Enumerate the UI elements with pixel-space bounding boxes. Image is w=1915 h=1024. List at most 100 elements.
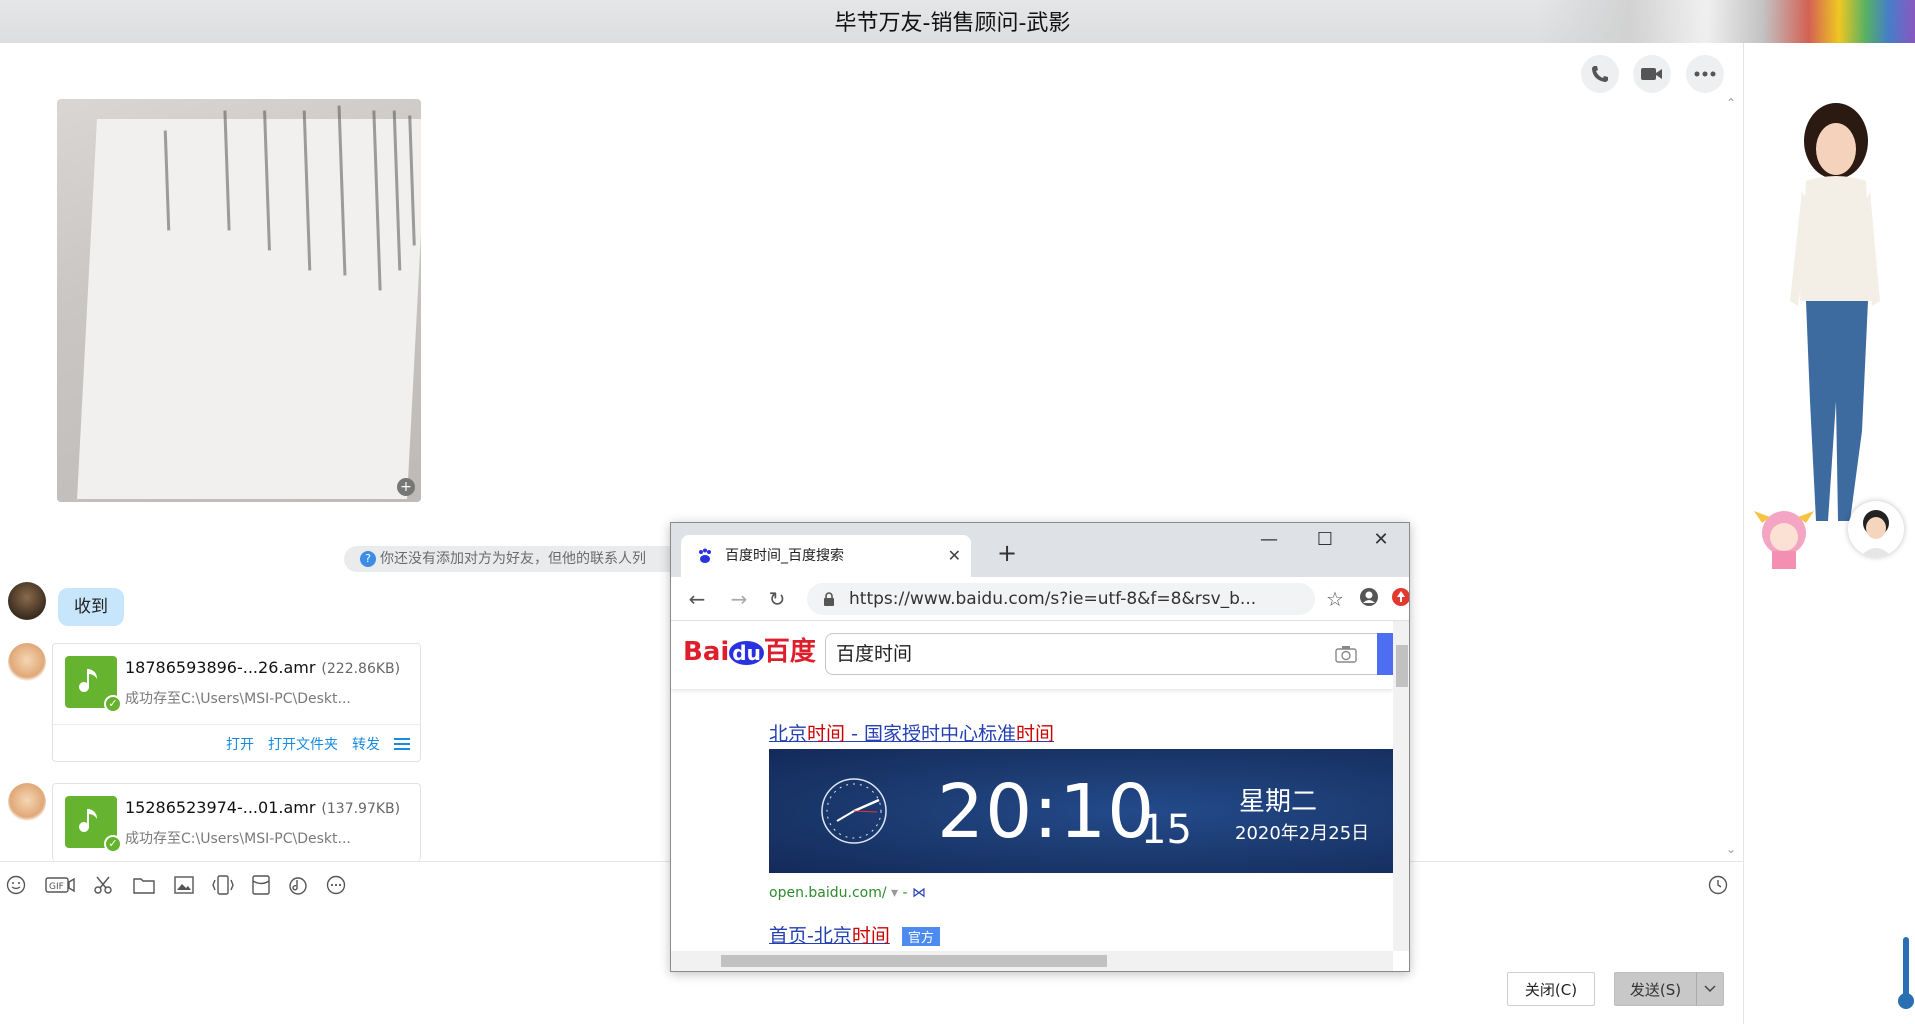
file-name: 15286523974-...01.amr (137.97KB): [125, 798, 400, 817]
screenshot-button[interactable]: [90, 872, 116, 898]
browser-tab[interactable]: 百度时间_百度搜索 ✕: [681, 535, 971, 577]
envelope-icon: [252, 875, 270, 895]
send-options-button[interactable]: [1696, 972, 1724, 1006]
result-text: - 国家授时中心标准: [845, 723, 1016, 745]
forward-button[interactable]: →: [725, 587, 753, 611]
dropdown-caret-icon[interactable]: ▾: [891, 885, 898, 901]
title-bar: 毕节万友-销售顾问-武影: [0, 0, 1915, 43]
horizontal-scrollbar[interactable]: [671, 951, 1393, 971]
chat-photo[interactable]: +: [57, 99, 421, 502]
file-card[interactable]: ✓ 18786593896-...26.amr (222.86KB) 成功存至C:…: [52, 643, 421, 762]
verified-icon: ⋈: [912, 885, 927, 901]
red-packet-button[interactable]: [248, 872, 274, 898]
more-options-button[interactable]: [1686, 55, 1724, 93]
zoom-plus-icon[interactable]: +: [397, 478, 415, 496]
boy-avatar-icon: [1860, 510, 1892, 557]
tab-strip: 百度时间_百度搜索 ✕ + — ☐ ✕: [671, 523, 1409, 577]
avatar[interactable]: [8, 582, 46, 620]
friend-avatar[interactable]: [1848, 501, 1904, 557]
result-url[interactable]: open.baidu.com/ ▾ - ⋈: [769, 885, 926, 901]
camera-icon[interactable]: [1335, 645, 1357, 663]
history-button[interactable]: [1705, 872, 1731, 898]
close-window-button[interactable]: ✕: [1361, 529, 1401, 550]
baidu-logo[interactable]: Bai du 百度: [683, 631, 816, 668]
profile-button[interactable]: [1355, 587, 1383, 612]
file-path: 成功存至C:\Users\MSI-PC\Deskt...: [125, 691, 351, 707]
scroll-up-icon[interactable]: ⌃: [1726, 96, 1736, 110]
file-path: 成功存至C:\Users\MSI-PC\Deskt...: [125, 831, 351, 847]
send-button[interactable]: 发送(S): [1614, 972, 1696, 1006]
audio-file-icon: ✓: [65, 656, 122, 713]
analog-clock-icon: [821, 778, 887, 844]
browser-window[interactable]: 百度时间_百度搜索 ✕ + — ☐ ✕ ← → ↻ https://www.ba…: [670, 522, 1410, 972]
open-file-link[interactable]: 打开: [226, 734, 254, 754]
friend-notice: ? 你还没有添加对方为好友，但他的联系人列: [344, 546, 684, 572]
result-highlight: 时间: [807, 723, 846, 745]
search-input[interactable]: 百度时间: [825, 633, 1380, 675]
pet-character-icon: [1754, 511, 1814, 569]
more-tools-button[interactable]: [323, 872, 349, 898]
result-title-2[interactable]: 首页-北京时间 官方: [769, 921, 940, 948]
skin-decoration: [1535, 0, 1915, 43]
notice-text: 你还没有添加对方为好友，但他的联系人列: [380, 551, 646, 567]
show-panel: [1743, 43, 1915, 1024]
open-folder-link[interactable]: 打开文件夹: [268, 734, 338, 754]
svg-text:GIF: GIF: [49, 882, 64, 892]
scroll-thumb[interactable]: [1396, 645, 1408, 687]
more-dots-icon: [1694, 71, 1716, 77]
video-call-button[interactable]: [1633, 55, 1671, 93]
new-tab-button[interactable]: +: [997, 539, 1017, 567]
close-tab-icon[interactable]: ✕: [948, 535, 961, 577]
avatar-character-icon: [1790, 103, 1880, 521]
gif-button[interactable]: GIF: [44, 872, 76, 898]
forward-link[interactable]: 转发: [352, 734, 380, 754]
send-file-button[interactable]: [131, 872, 157, 898]
scroll-thumb[interactable]: [721, 955, 1107, 967]
back-button[interactable]: ←: [683, 587, 711, 611]
file-card[interactable]: ✓ 15286523974-...01.amr (137.97KB) 成功存至C:…: [52, 783, 421, 861]
extension-button[interactable]: [1387, 587, 1409, 612]
result-title[interactable]: 北京时间 - 国家授时中心标准时间: [769, 719, 1054, 746]
bookmark-star-icon[interactable]: ☆: [1321, 587, 1349, 611]
file-name-text: 18786593896-...26.amr: [125, 658, 316, 677]
clock-weekday: 星期二: [1239, 787, 1318, 817]
reload-button[interactable]: ↻: [763, 587, 791, 611]
logo-text: Bai: [683, 637, 730, 667]
page-content: Bai du 百度 百度时间 北京时间 - 国家授时中心标准时间 20:10 15 …: [671, 621, 1393, 951]
clock-date: 2020年2月25日: [1235, 823, 1370, 844]
maximize-button[interactable]: ☐: [1305, 529, 1345, 550]
baidu-paw-icon: [699, 548, 711, 563]
music-button[interactable]: [285, 872, 311, 898]
gif-icon: GIF: [45, 877, 75, 893]
music-disc-icon: [289, 877, 307, 895]
result-highlight: 时间: [851, 925, 890, 947]
image-icon: [174, 876, 194, 894]
phone-icon: [1592, 66, 1608, 82]
address-bar[interactable]: https://www.baidu.com/s?ie=utf-8&f=8&rsv…: [807, 583, 1315, 615]
voice-call-button[interactable]: [1581, 55, 1619, 93]
send-image-button[interactable]: [171, 872, 197, 898]
question-icon: ?: [360, 551, 376, 567]
site-url-text: open.baidu.com/: [769, 885, 887, 901]
scroll-down-icon[interactable]: ⌄: [1726, 842, 1736, 856]
logo-cn: 百度: [763, 637, 816, 667]
tab-title: 百度时间_百度搜索: [725, 548, 844, 564]
avatar[interactable]: [8, 783, 46, 821]
file-actions: 打开 打开文件夹 转发: [53, 724, 420, 762]
result-text: 北京: [769, 723, 808, 745]
emoji-button[interactable]: [3, 872, 29, 898]
minimize-button[interactable]: —: [1249, 529, 1289, 550]
search-button[interactable]: [1377, 633, 1393, 675]
clock-card[interactable]: 20:10 15 星期二 2020年2月25日: [769, 749, 1393, 873]
vertical-scrollbar[interactable]: [1393, 621, 1409, 951]
official-badge: 官方: [901, 927, 940, 946]
avatar[interactable]: [8, 643, 46, 681]
message-bubble: 收到: [58, 588, 124, 626]
check-icon: ✓: [104, 695, 122, 713]
result-text: 首页-北京: [769, 925, 852, 947]
close-button[interactable]: 关闭(C): [1507, 972, 1595, 1006]
lock-icon: [824, 592, 834, 606]
menu-icon[interactable]: [394, 737, 410, 751]
shake-button[interactable]: [210, 872, 236, 898]
smiley-icon: [6, 875, 26, 895]
